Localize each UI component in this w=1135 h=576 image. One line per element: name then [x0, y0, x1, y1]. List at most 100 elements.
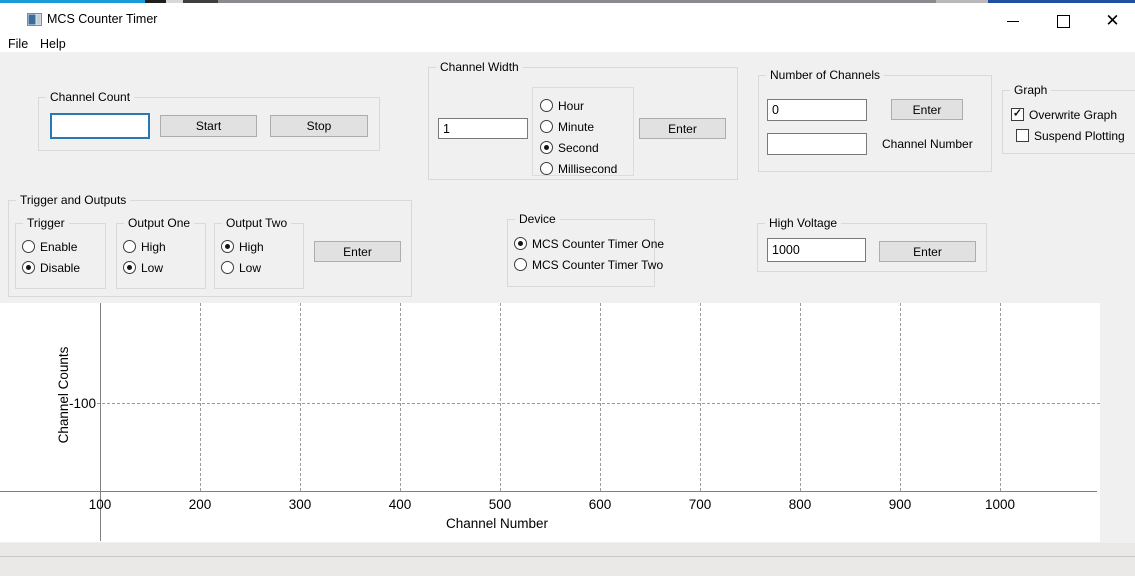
- number-of-channels-input[interactable]: [767, 99, 867, 121]
- graph-group: Graph Overwrite GraphSuspend Plotting: [1002, 90, 1135, 154]
- radio-label: MCS Counter Timer One: [532, 237, 664, 251]
- x-tick-label-800: 800: [770, 497, 830, 512]
- chart-plot-area: 1002003004005006007008009001000 -100 Cha…: [0, 303, 1100, 542]
- vgridline-500: [500, 303, 501, 491]
- trigger-and-outputs-group-title: Trigger and Outputs: [16, 193, 130, 207]
- x-tick-label-600: 600: [570, 497, 630, 512]
- close-button[interactable]: ✕: [1090, 6, 1135, 36]
- number-of-channels-enter-button[interactable]: Enter: [891, 99, 963, 120]
- unit-radio-second[interactable]: Second: [540, 137, 617, 158]
- checkbox-label: Suspend Plotting: [1034, 129, 1125, 143]
- window-title: MCS Counter Timer: [47, 12, 157, 26]
- radio-label: Second: [558, 141, 599, 155]
- x-tick-label-1000: 1000: [970, 497, 1030, 512]
- trigger-outputs-enter-button[interactable]: Enter: [314, 241, 401, 262]
- radio-label: Minute: [558, 120, 594, 134]
- unit-radio-millisecond[interactable]: Millisecond: [540, 158, 617, 179]
- menu-file[interactable]: File: [2, 33, 34, 55]
- app-icon: [27, 13, 42, 26]
- vgridline-1000: [1000, 303, 1001, 491]
- vgridline-900: [900, 303, 901, 491]
- channel-width-input[interactable]: [438, 118, 528, 139]
- x-tick-label-100: 100: [70, 497, 130, 512]
- radio-label: High: [239, 240, 264, 254]
- high-voltage-input[interactable]: [767, 238, 866, 262]
- graph-checkbox-suspend-plotting[interactable]: Suspend Plotting: [1016, 125, 1125, 146]
- radio-icon: [22, 240, 35, 253]
- channel-width-group-title: Channel Width: [436, 60, 523, 74]
- radio-icon: [514, 258, 527, 271]
- x-axis-title: Channel Number: [427, 516, 567, 531]
- x-tick-label-400: 400: [370, 497, 430, 512]
- number-of-channels-group: Number of Channels Enter Channel Number: [758, 75, 992, 172]
- channel-count-input[interactable]: [50, 113, 150, 139]
- radio-label: Millisecond: [558, 162, 617, 176]
- x-tick-label-500: 500: [470, 497, 530, 512]
- device-group: Device MCS Counter Timer OneMCS Counter …: [507, 219, 655, 287]
- output-two-subgroup: Output Two HighLow: [214, 223, 304, 289]
- bottom-divider: [0, 556, 1135, 557]
- output-two-subgroup-title: Output Two: [222, 216, 291, 230]
- menu-bar: File Help: [0, 33, 1135, 55]
- close-icon: ✕: [1105, 13, 1119, 30]
- menu-help[interactable]: Help: [34, 33, 72, 55]
- radio-icon: [22, 261, 35, 274]
- radio-icon: [123, 240, 136, 253]
- radio-label: Low: [239, 261, 261, 275]
- bottom-status-strip: [0, 543, 1135, 576]
- radio-icon: [221, 261, 234, 274]
- radio-icon: [540, 120, 553, 133]
- graph-checkbox-overwrite-graph[interactable]: Overwrite Graph: [1011, 104, 1125, 125]
- radio-icon: [514, 237, 527, 250]
- channel-width-enter-button[interactable]: Enter: [639, 118, 726, 139]
- device-radio-mcs-counter-timer-one[interactable]: MCS Counter Timer One: [514, 233, 664, 254]
- x-tick-label-200: 200: [170, 497, 230, 512]
- unit-radio-minute[interactable]: Minute: [540, 116, 617, 137]
- radio-label: Enable: [40, 240, 77, 254]
- number-of-channels-group-title: Number of Channels: [766, 68, 884, 82]
- start-button[interactable]: Start: [160, 115, 257, 137]
- trigger-and-outputs-group: Trigger and Outputs Trigger EnableDisabl…: [8, 200, 412, 297]
- channel-count-group: Channel Count Start Stop: [38, 97, 380, 151]
- vgridline-300: [300, 303, 301, 491]
- unit-radio-hour[interactable]: Hour: [540, 95, 617, 116]
- trigger-radio-disable[interactable]: Disable: [22, 257, 80, 278]
- x-tick-label-700: 700: [670, 497, 730, 512]
- trigger-subgroup-title: Trigger: [23, 216, 69, 230]
- output-two-radio-high[interactable]: High: [221, 236, 264, 257]
- radio-label: MCS Counter Timer Two: [532, 258, 663, 272]
- output-one-radio-high[interactable]: High: [123, 236, 166, 257]
- radio-label: Low: [141, 261, 163, 275]
- vgridline-700: [700, 303, 701, 491]
- output-one-radio-low[interactable]: Low: [123, 257, 166, 278]
- trigger-radio-enable[interactable]: Enable: [22, 236, 80, 257]
- channel-number-label: Channel Number: [882, 137, 973, 151]
- checkbox-label: Overwrite Graph: [1029, 108, 1117, 122]
- x-tick-label-300: 300: [270, 497, 330, 512]
- channel-width-group: Channel Width HourMinuteSecondMillisecon…: [428, 67, 738, 180]
- radio-label: Hour: [558, 99, 584, 113]
- channel-number-input[interactable]: [767, 133, 867, 155]
- minimize-button[interactable]: [990, 6, 1035, 36]
- high-voltage-group: High Voltage Enter: [757, 223, 987, 272]
- radio-label: Disable: [40, 261, 80, 275]
- maximize-button[interactable]: [1041, 6, 1086, 36]
- radio-icon: [221, 240, 234, 253]
- output-one-subgroup: Output One HighLow: [116, 223, 206, 289]
- radio-label: High: [141, 240, 166, 254]
- high-voltage-group-title: High Voltage: [765, 216, 841, 230]
- hgridline-minus-100: [97, 403, 1100, 404]
- x-tick-label-900: 900: [870, 497, 930, 512]
- vgridline-800: [800, 303, 801, 491]
- title-bar: MCS Counter Timer ✕ File Help: [0, 3, 1135, 52]
- output-two-radio-low[interactable]: Low: [221, 257, 264, 278]
- output-one-subgroup-title: Output One: [124, 216, 194, 230]
- high-voltage-enter-button[interactable]: Enter: [879, 241, 976, 262]
- radio-icon: [123, 261, 136, 274]
- stop-button[interactable]: Stop: [270, 115, 368, 137]
- device-radio-mcs-counter-timer-two[interactable]: MCS Counter Timer Two: [514, 254, 664, 275]
- vgridline-400: [400, 303, 401, 491]
- x-axis-line: [0, 491, 1097, 492]
- checkbox-icon: [1011, 108, 1024, 121]
- vgridline-200: [200, 303, 201, 491]
